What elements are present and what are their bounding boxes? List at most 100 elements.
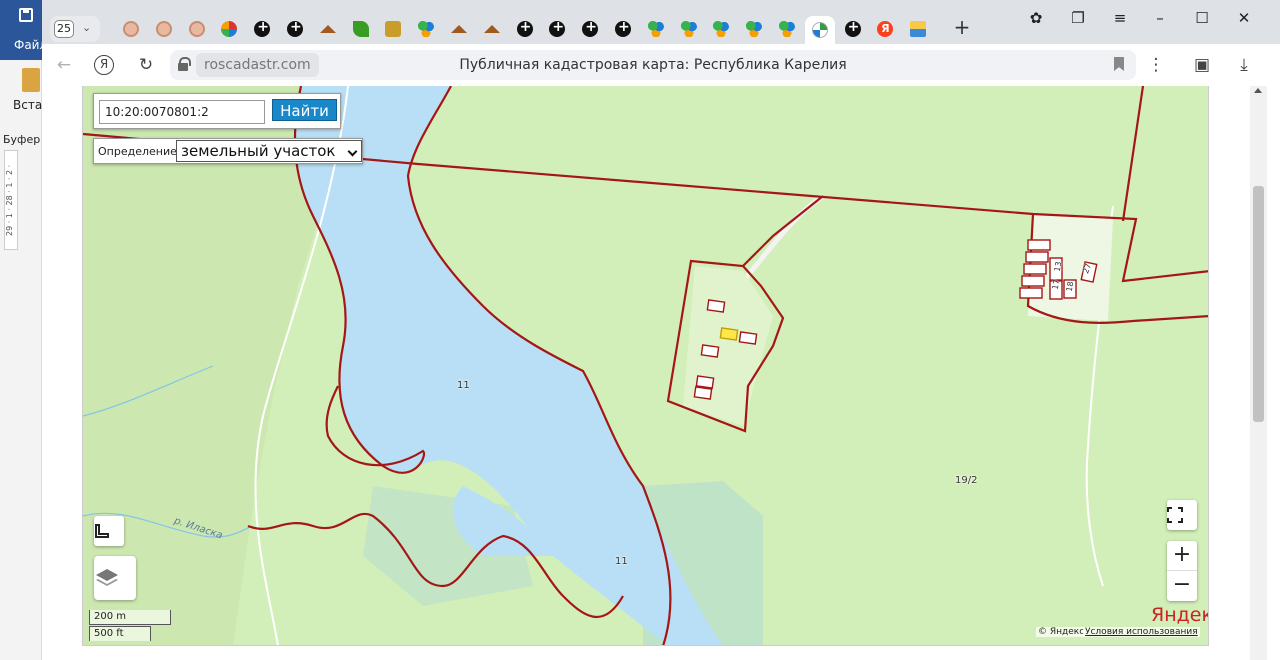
parcel-area (683, 266, 773, 426)
browser-tab[interactable] (706, 16, 736, 42)
reading-list-button[interactable]: ▣ (1190, 53, 1214, 77)
close-icon[interactable]: ✕ (1232, 6, 1256, 30)
browser-window: 25 ⌄ Я + ✿ ❐ ≡–☐ ✕ ← Я ↻ roscadastr.com Пуб… (42, 0, 1280, 660)
emblem-favicon-icon (385, 21, 402, 37)
map-canvas[interactable] (83, 86, 1209, 646)
browser-tab[interactable]: Я (870, 16, 900, 42)
paste-icon[interactable] (22, 68, 40, 92)
reload-button[interactable]: ↻ (134, 53, 158, 77)
browser-tab[interactable] (378, 16, 408, 42)
definition-label: Определение: (98, 145, 181, 158)
tab-counter[interactable]: 25 ⌄ (50, 16, 100, 42)
ya-favicon-icon: Я (877, 21, 894, 37)
address-bar[interactable]: roscadastr.com Публичная кадастровая кар… (170, 50, 1136, 80)
page-scrollbar[interactable] (1250, 86, 1267, 660)
leaf-favicon-icon (352, 21, 369, 37)
cadastral-number-input[interactable] (99, 100, 265, 124)
browser-tab[interactable] (411, 16, 441, 42)
background-app: Файл Встав Буфер с 29 · 1 · 28 · 1 · 2 · (0, 0, 50, 660)
parcel-label: 17 (1050, 278, 1062, 291)
browser-toolbar: ← Я ↻ roscadastr.com Публичная кадастров… (42, 44, 1280, 86)
fullscreen-button[interactable] (1167, 500, 1197, 530)
browser-tab[interactable] (214, 16, 244, 42)
zoom-out-button[interactable]: − (1167, 571, 1197, 601)
menu-icon[interactable]: ≡ (1108, 6, 1132, 30)
page-title: Публичная кадастровая карта: Республика … (459, 57, 847, 73)
browser-tab[interactable] (739, 16, 769, 42)
cadastral-map[interactable]: 11 11 19/2 13 17 18 27 р. Иласка Найти О… (82, 86, 1209, 646)
cadastral-search: Найти (93, 93, 341, 129)
tab-count: 25 (54, 20, 74, 38)
definition-panel: Определение: земельный участок (93, 138, 363, 164)
browser-tab[interactable] (149, 16, 179, 42)
browser-tab[interactable] (674, 16, 704, 42)
circle-favicon-icon (844, 19, 861, 37)
circle-favicon-icon (549, 19, 566, 37)
zone-label: 11 (615, 556, 628, 567)
collections-icon[interactable]: ❐ (1066, 6, 1090, 30)
parcel-label: 18 (1064, 280, 1076, 293)
yandex-logo[interactable]: Яндекс (1151, 604, 1208, 626)
browser-tab[interactable] (542, 16, 572, 42)
avatar-icon[interactable]: ✿ (1024, 6, 1048, 30)
browser-tab[interactable] (608, 16, 638, 42)
browser-tab[interactable] (346, 16, 376, 42)
cad-favicon-icon (811, 22, 828, 38)
browser-tab[interactable] (313, 16, 343, 42)
dots-favicon-icon (647, 21, 664, 37)
dots-favicon-icon (713, 21, 730, 37)
browser-tab[interactable] (641, 16, 671, 42)
maximize-icon[interactable]: ☐ (1190, 6, 1214, 30)
copyright: © Яндекс (1036, 627, 1087, 637)
browser-tab[interactable] (444, 16, 474, 42)
tab-strip: 25 ⌄ Я + ✿ ❐ ≡–☐ ✕ (42, 0, 1280, 44)
home-favicon-icon (319, 25, 336, 33)
browser-tab[interactable] (247, 16, 277, 42)
circle-favicon-icon (582, 19, 599, 37)
layers-button[interactable] (94, 556, 136, 600)
home-favicon-icon (483, 25, 500, 33)
find-button[interactable]: Найти (272, 99, 337, 121)
browser-tab[interactable] (772, 16, 802, 42)
browser-tab[interactable] (182, 16, 212, 42)
zoom-in-button[interactable]: + (1167, 541, 1197, 571)
zoom-control: + − (1167, 541, 1197, 601)
dots-favicon-icon (746, 21, 763, 37)
scroll-up-arrow[interactable] (1254, 88, 1262, 93)
parcel-label: 13 (1052, 260, 1064, 273)
dots-favicon-icon (680, 21, 697, 37)
scroll-thumb[interactable] (1253, 186, 1264, 422)
new-tab-button[interactable]: + (950, 16, 974, 40)
dots-favicon-icon (418, 21, 435, 37)
ruler-button[interactable] (94, 516, 124, 546)
circle-favicon-icon (615, 19, 631, 37)
browser-tab[interactable] (477, 16, 507, 42)
browser-tab[interactable] (903, 16, 933, 42)
minimize-icon[interactable]: – (1148, 6, 1172, 30)
mix-favicon-icon (221, 21, 238, 37)
terms-link[interactable]: Условия использования (1083, 627, 1200, 637)
face-favicon-icon (123, 21, 139, 37)
home-favicon-icon (451, 25, 467, 33)
pic-favicon-icon (910, 21, 927, 37)
ruler-icon (95, 524, 109, 538)
browser-tab[interactable] (116, 16, 146, 42)
browser-tab[interactable] (838, 16, 868, 42)
scale-feet: 500 ft (89, 626, 151, 641)
definition-select[interactable]: земельный участок (176, 140, 362, 162)
browser-tab[interactable] (280, 16, 310, 42)
save-icon[interactable] (19, 8, 33, 22)
face-favicon-icon (155, 21, 172, 37)
downloads-button[interactable]: ⤓ (1232, 53, 1256, 77)
more-menu-button[interactable]: ⋮ (1144, 53, 1168, 77)
definition-value: земельный участок (181, 142, 336, 160)
yandex-icon[interactable]: Я (94, 55, 114, 75)
browser-tab[interactable] (575, 16, 605, 42)
circle-favicon-icon (516, 19, 533, 37)
browser-tab[interactable] (510, 16, 540, 42)
back-button[interactable]: ← (52, 53, 76, 77)
vertical-ruler: 29 · 1 · 28 · 1 · 2 · (4, 150, 18, 250)
circle-favicon-icon (254, 19, 271, 37)
browser-tab[interactable] (804, 16, 835, 44)
zone-label: 19/2 (955, 475, 978, 486)
